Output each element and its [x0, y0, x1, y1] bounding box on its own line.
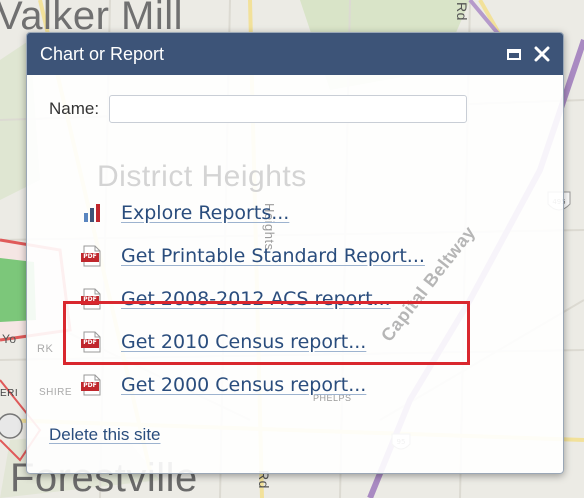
explore-reports-link[interactable]: Explore Reports...	[121, 202, 289, 224]
map-label-yo: Yo	[2, 332, 17, 346]
pdf-icon: PDF	[81, 288, 101, 310]
chart-or-report-dialog: Chart or Report District Heights Heights…	[26, 32, 564, 474]
map-label-rd-top: Rd	[454, 2, 470, 21]
list-item-acs-report: PDF Get 2008-2012 ACS report...	[81, 277, 425, 320]
census-2010-report-link[interactable]: Get 2010 Census report...	[121, 331, 366, 353]
report-links-list: Explore Reports... PDF Get Printable Sta…	[81, 191, 425, 406]
name-label: Name:	[49, 99, 100, 118]
list-item-printable-standard-report: PDF Get Printable Standard Report...	[81, 234, 425, 277]
census-2000-report-link[interactable]: Get 2000 Census report...	[121, 374, 366, 396]
acs-2008-2012-report-link[interactable]: Get 2008-2012 ACS report...	[121, 288, 391, 310]
printable-standard-report-link[interactable]: Get Printable Standard Report...	[121, 245, 425, 267]
map-label-district-heights: District Heights	[97, 160, 307, 193]
pdf-icon: PDF	[81, 245, 101, 267]
delete-site-link[interactable]: Delete this site	[49, 425, 161, 445]
list-item-2000-census-report: PDF Get 2000 Census report...	[81, 363, 425, 406]
pdf-icon: PDF	[81, 331, 101, 353]
dialog-title: Chart or Report	[40, 43, 165, 64]
list-item-explore-reports: Explore Reports...	[83, 191, 425, 234]
bar-chart-icon	[83, 202, 101, 224]
map-label-rk: RK	[37, 343, 54, 355]
name-row: Name:	[49, 95, 468, 123]
name-input[interactable]	[109, 95, 468, 123]
dialog-titlebar[interactable]: Chart or Report	[27, 33, 563, 75]
map-label-eri: ERI	[0, 388, 19, 399]
maximize-icon	[507, 48, 521, 60]
close-icon	[534, 46, 550, 62]
map-label-shire: SHIRE	[39, 387, 73, 398]
maximize-button[interactable]	[503, 43, 525, 65]
close-button[interactable]	[531, 43, 553, 65]
pdf-icon: PDF	[81, 374, 101, 396]
list-item-2010-census-report: PDF Get 2010 Census report...	[81, 320, 425, 363]
